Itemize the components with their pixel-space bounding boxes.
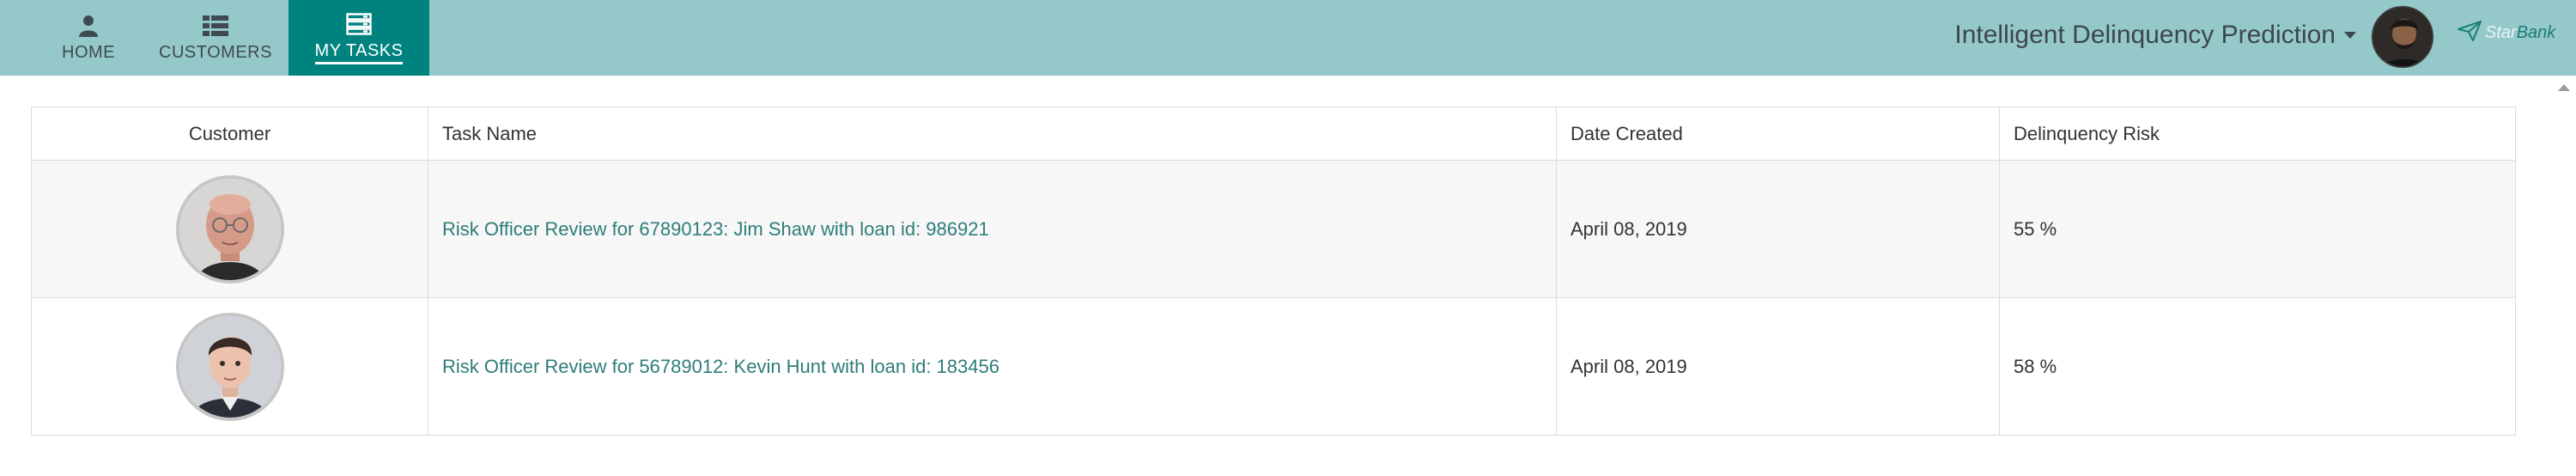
paper-plane-icon [2455,20,2482,46]
nav-customers-label: CUSTOMERS [159,43,272,62]
task-name-cell: Risk Officer Review for 56789012: Kevin … [428,297,1557,436]
top-navigation-bar: HOME CUSTOMERS MY TASKS Intelligent Deli… [0,0,2576,76]
main-nav: HOME CUSTOMERS MY TASKS [34,0,429,76]
brand-logo[interactable]: StarBank [2455,20,2556,46]
vertical-scrollbar[interactable] [2550,76,2576,476]
task-link[interactable]: Risk Officer Review for 56789012: Kevin … [442,356,999,377]
app-title-dropdown[interactable]: Intelligent Delinquency Prediction [1954,21,2356,50]
customer-avatar[interactable] [175,312,284,421]
table-row[interactable]: Risk Officer Review for 67890123: Jim Sh… [31,160,2516,298]
tasks-icon [346,11,372,37]
column-header-date-created[interactable]: Date Created [1556,107,2000,161]
column-header-task-name[interactable]: Task Name [428,107,1557,161]
date-created-cell: April 08, 2019 [1556,297,2000,436]
task-name-cell: Risk Officer Review for 67890123: Jim Sh… [428,160,1557,298]
chevron-down-icon [2344,32,2356,39]
tasks-table: Customer Task Name Date Created Delinque… [31,107,2516,436]
nav-my-tasks[interactable]: MY TASKS [289,0,429,76]
customer-cell [31,160,428,298]
delinquency-risk-cell: 55 % [1999,160,2516,298]
table-header-row: Customer Task Name Date Created Delinque… [31,107,2516,161]
column-header-delinquency-risk[interactable]: Delinquency Risk [1999,107,2516,161]
list-icon [203,13,228,39]
date-created-cell: April 08, 2019 [1556,160,2000,298]
scroll-up-arrow-icon[interactable] [2558,84,2570,91]
tasks-table-container: Customer Task Name Date Created Delinque… [31,107,2516,436]
nav-home[interactable]: HOME [34,0,143,76]
delinquency-risk-cell: 58 % [1999,297,2516,436]
brand-name: StarBank [2485,23,2556,42]
nav-customers[interactable]: CUSTOMERS [143,0,289,76]
customer-cell [31,297,428,436]
task-link[interactable]: Risk Officer Review for 67890123: Jim Sh… [442,218,989,240]
user-avatar[interactable] [2372,6,2433,68]
user-icon [79,13,98,39]
table-row[interactable]: Risk Officer Review for 56789012: Kevin … [31,297,2516,436]
nav-home-label: HOME [62,43,115,62]
app-title: Intelligent Delinquency Prediction [1954,21,2336,49]
customer-avatar[interactable] [175,174,284,284]
column-header-customer[interactable]: Customer [31,107,428,161]
nav-my-tasks-label: MY TASKS [314,40,404,64]
